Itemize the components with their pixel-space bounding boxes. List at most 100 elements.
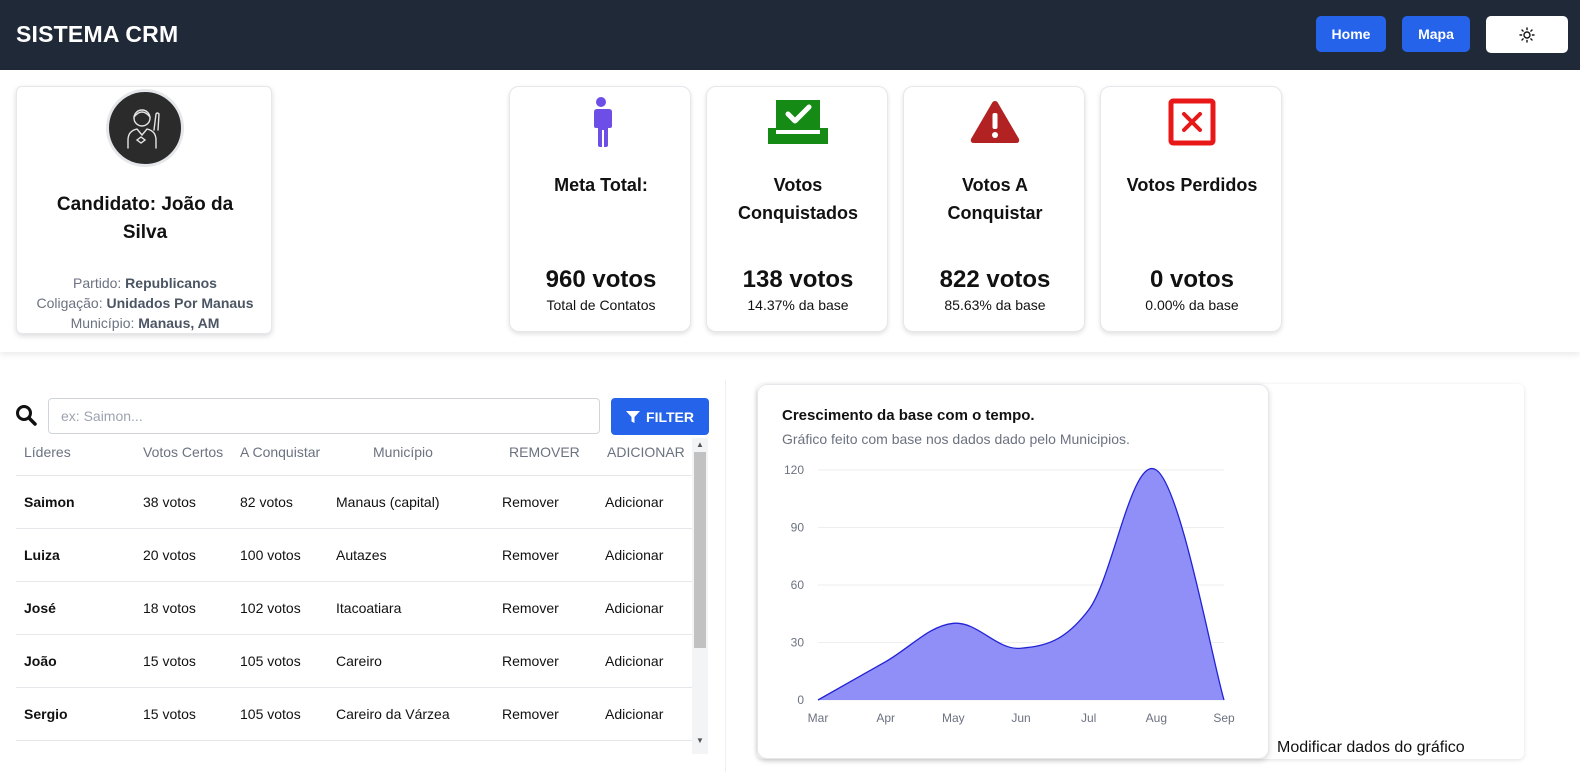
coligacao-label: Coligação: xyxy=(36,295,103,311)
municipio-label: Município: xyxy=(70,315,135,331)
municipio: Autazes xyxy=(336,547,387,563)
y-tick-label: 120 xyxy=(784,463,804,477)
sun-icon xyxy=(1519,26,1535,43)
header-lideres[interactable]: Líderes xyxy=(24,444,71,460)
header-municipio[interactable]: Município xyxy=(373,444,433,460)
table-row: Luiza 20 votos 100 votos Autazes Remover… xyxy=(16,529,692,582)
area-chart: 0 30 60 90 120 Mar Apr May Jun Jul Aug Sep xyxy=(784,463,1235,725)
municipio: Manaus (capital) xyxy=(336,494,440,510)
a-conquistar: 105 votos xyxy=(240,653,301,669)
adicionar-button[interactable]: Adicionar xyxy=(605,706,663,722)
remover-button[interactable]: Remover xyxy=(502,494,559,510)
person-icon xyxy=(510,95,692,149)
stat-title: Meta Total: xyxy=(554,175,648,195)
a-conquistar: 105 votos xyxy=(240,706,301,722)
stat-value: 960 votos xyxy=(545,266,657,293)
x-square-icon xyxy=(1101,95,1283,149)
filter-button[interactable]: FILTER xyxy=(611,398,709,435)
stat-title: Votos Perdidos xyxy=(1126,175,1258,195)
votos-certos: 20 votos xyxy=(143,547,196,563)
votos-certos: 15 votos xyxy=(143,653,196,669)
a-conquistar: 82 votos xyxy=(240,494,293,510)
scroll-thumb[interactable] xyxy=(694,452,706,648)
data-point[interactable] xyxy=(951,621,955,625)
remover-button[interactable]: Remover xyxy=(502,600,559,616)
panel-divider xyxy=(725,380,726,772)
y-tick-label: 90 xyxy=(791,521,805,535)
stat-title: Votos A Conquistar xyxy=(947,175,1043,223)
y-tick-label: 60 xyxy=(791,578,805,592)
leaders-table: Líderes Votos Certos A Conquistar Municí… xyxy=(16,438,708,754)
stat-subtitle: 14.37% da base xyxy=(747,297,849,313)
votos-certos: 38 votos xyxy=(143,494,196,510)
stat-value: 0 votos xyxy=(1149,266,1235,293)
warning-icon xyxy=(904,95,1086,149)
candidate-avatar-icon xyxy=(106,89,184,167)
stat-value: 138 votos xyxy=(742,266,854,293)
leader-name: Sergio xyxy=(24,706,68,722)
summary-section: Candidato: João da Silva Partido: Republ… xyxy=(0,70,1580,352)
data-point[interactable] xyxy=(1019,646,1023,650)
municipio: Careiro da Várzea xyxy=(336,706,450,722)
search-input[interactable] xyxy=(48,398,600,434)
table-header: Líderes Votos Certos A Conquistar Municí… xyxy=(16,438,692,476)
data-point[interactable] xyxy=(1087,608,1091,612)
data-point[interactable] xyxy=(816,698,820,702)
header-adicionar[interactable]: ADICIONAR xyxy=(607,444,685,460)
candidate-name: Candidato: João da Silva xyxy=(56,194,234,243)
scroll-down-arrow-icon[interactable]: ▼ xyxy=(696,736,704,745)
top-navbar: SISTEMA CRM Home Mapa xyxy=(0,0,1580,70)
filter-label: FILTER xyxy=(646,408,694,425)
data-point[interactable] xyxy=(884,660,888,664)
header-votos-certos[interactable]: Votos Certos xyxy=(143,444,223,460)
stat-value: 822 votos xyxy=(939,266,1051,293)
municipio-value: Manaus, AM xyxy=(138,315,220,331)
stat-card-meta-total: Meta Total: 960 votos Total de Contatos xyxy=(509,86,691,332)
a-conquistar: 102 votos xyxy=(240,600,301,616)
table-scrollbar[interactable]: ▲ ▼ xyxy=(692,438,708,754)
chart-description: Gráfico feito com base nos dados dado pe… xyxy=(782,431,1130,447)
mapa-button[interactable]: Mapa xyxy=(1402,16,1470,52)
adicionar-button[interactable]: Adicionar xyxy=(605,547,663,563)
chart-card: Crescimento da base com o tempo. Gráfico… xyxy=(757,384,1269,759)
data-point[interactable] xyxy=(1154,468,1158,472)
table-row: João 15 votos 105 votos Careiro Remover … xyxy=(16,635,692,688)
x-tick-label: Apr xyxy=(876,711,895,725)
x-tick-label: Mar xyxy=(808,711,829,725)
search-icon xyxy=(15,404,37,431)
theme-toggle-button[interactable] xyxy=(1486,16,1568,53)
partido-label: Partido: xyxy=(73,275,122,291)
ballot-check-icon xyxy=(707,95,889,149)
y-tick-label: 30 xyxy=(791,636,805,650)
table-row: José 18 votos 102 votos Itacoatiara Remo… xyxy=(16,582,692,635)
a-conquistar: 100 votos xyxy=(240,547,301,563)
filter-icon xyxy=(626,410,641,423)
header-remover[interactable]: REMOVER xyxy=(509,444,580,460)
candidate-info: Partido: Republicanos Coligação: Unidado… xyxy=(17,273,273,333)
stat-card-votos-conquistados: Votos Conquistados 138 votos 14.37% da b… xyxy=(706,86,888,332)
remover-button[interactable]: Remover xyxy=(502,706,559,722)
leader-name: João xyxy=(24,653,57,669)
municipio: Itacoatiara xyxy=(336,600,402,616)
votos-certos: 18 votos xyxy=(143,600,196,616)
modify-chart-data-link[interactable]: Modificar dados do gráfico xyxy=(1277,739,1465,757)
remover-button[interactable]: Remover xyxy=(502,547,559,563)
home-button[interactable]: Home xyxy=(1316,16,1386,52)
table-row: Sergio 15 votos 105 votos Careiro da Vár… xyxy=(16,688,692,741)
coligacao-value: Unidados Por Manaus xyxy=(106,295,254,311)
stat-subtitle: Total de Contatos xyxy=(546,297,656,313)
x-tick-label: Jul xyxy=(1081,711,1096,725)
x-tick-label: May xyxy=(942,711,965,725)
partido-value: Republicanos xyxy=(125,275,217,291)
header-a-conquistar[interactable]: A Conquistar xyxy=(240,444,320,460)
leader-name: Saimon xyxy=(24,494,75,510)
remover-button[interactable]: Remover xyxy=(502,653,559,669)
scroll-up-arrow-icon[interactable]: ▲ xyxy=(696,440,704,449)
votos-certos: 15 votos xyxy=(143,706,196,722)
adicionar-button[interactable]: Adicionar xyxy=(605,653,663,669)
adicionar-button[interactable]: Adicionar xyxy=(605,600,663,616)
table-row: Saimon 38 votos 82 votos Manaus (capital… xyxy=(16,476,692,529)
stat-card-votos-a-conquistar: Votos A Conquistar 822 votos 85.63% da b… xyxy=(903,86,1085,332)
data-point[interactable] xyxy=(1222,698,1226,702)
adicionar-button[interactable]: Adicionar xyxy=(605,494,663,510)
